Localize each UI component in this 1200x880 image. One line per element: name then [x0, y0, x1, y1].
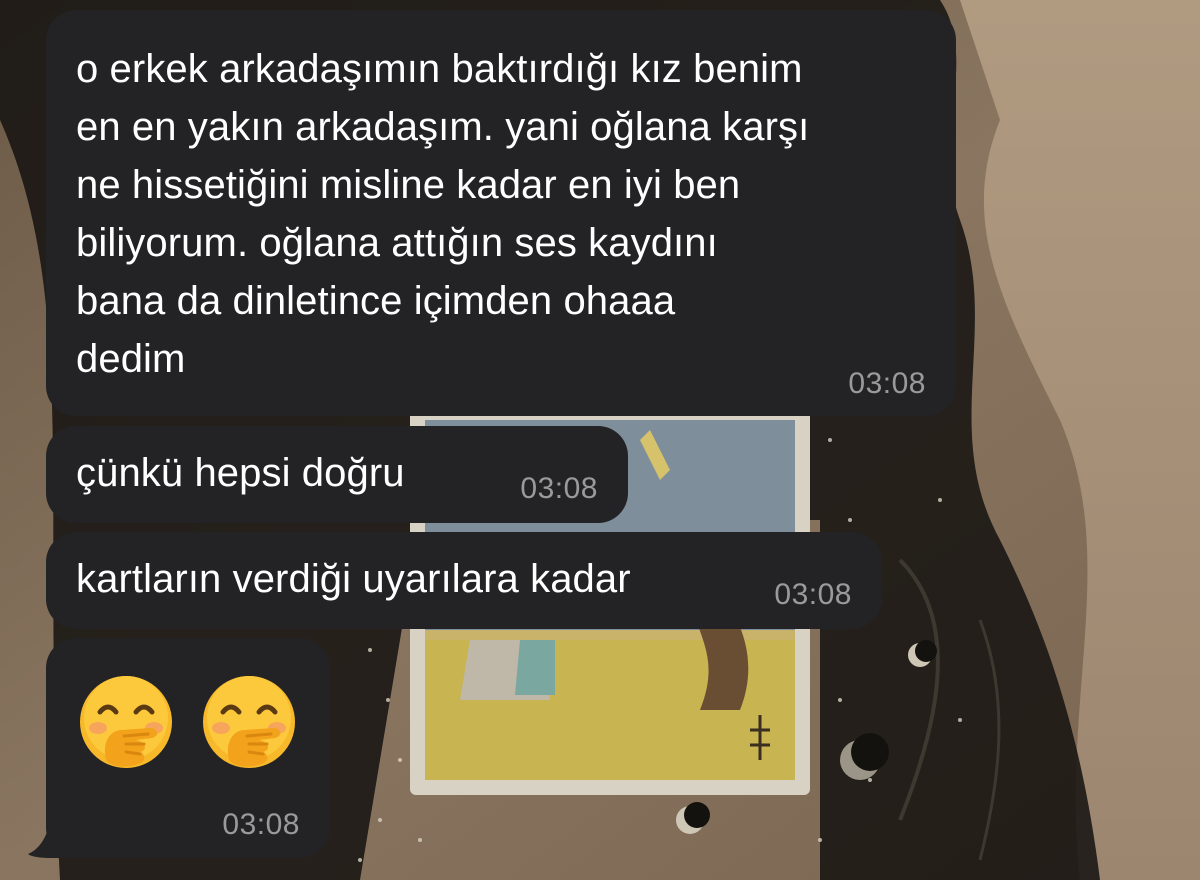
message-timestamp: 03:08: [774, 578, 852, 611]
message-bubble[interactable]: çünkü hepsi doğru 03:08: [46, 426, 628, 523]
message-bubble[interactable]: kartların verdiği uyarılara kadar 03:08: [46, 532, 882, 629]
face-with-hand-over-mouth-emoji-icon: [203, 676, 295, 768]
message-timestamp: 03:08: [520, 472, 598, 505]
message-timestamp: 03:08: [848, 367, 926, 400]
message-text: çünkü hepsi doğru: [76, 451, 405, 495]
message-text: kartların verdiği uyarılara kadar: [76, 557, 631, 601]
face-with-hand-over-mouth-emoji-icon: [80, 676, 172, 768]
message-bubble[interactable]: 03:08: [46, 638, 330, 858]
message-text: o erkek arkadaşımın baktırdığı kız benim…: [76, 47, 810, 381]
message-bubble[interactable]: o erkek arkadaşımın baktırdığı kız benim…: [46, 10, 956, 416]
message-timestamp: 03:08: [222, 808, 300, 841]
